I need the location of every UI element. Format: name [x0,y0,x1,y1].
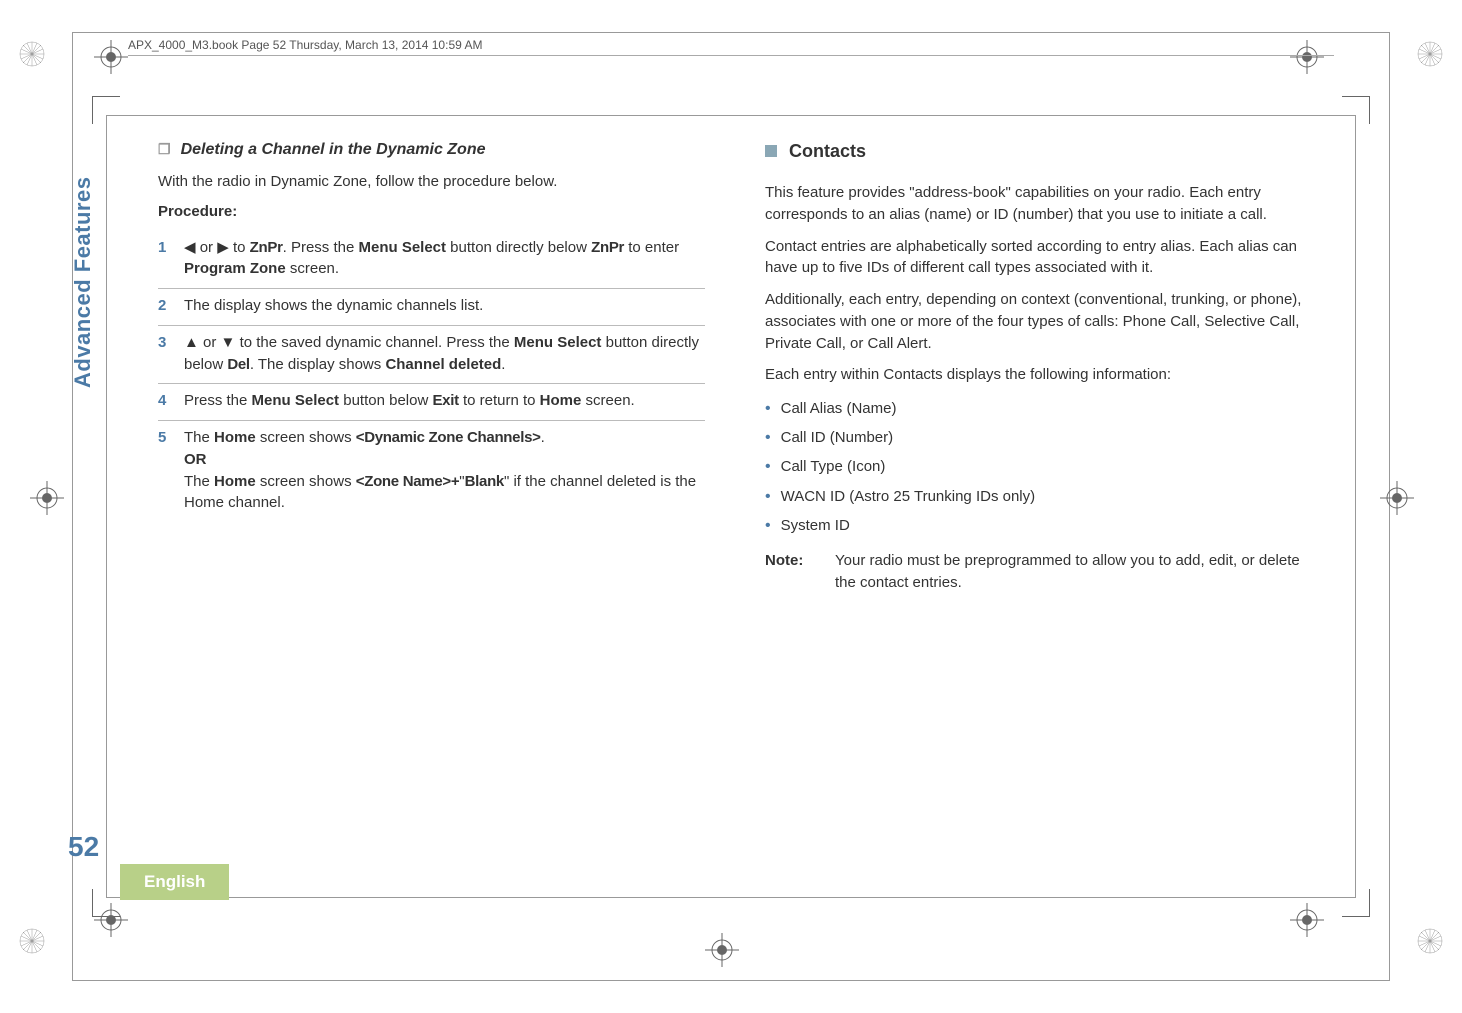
step-text: The [184,473,214,490]
procedure-step: 3 ▲ or ▼ to the saved dynamic channel. P… [158,326,705,385]
right-column: Contacts This feature provides "address-… [765,138,1312,863]
procedure-step: 1 ◀ or ▶ to ZnPr. Press the Menu Select … [158,231,705,290]
registration-mark [30,481,82,533]
registration-mark [1380,481,1432,533]
intro-text: With the radio in Dynamic Zone, follow t… [158,171,705,193]
step-text: screen shows [256,473,356,490]
starburst-icon [1416,927,1444,955]
step-number: 5 [158,427,184,514]
step-text: to return to [459,392,540,409]
step-text: or [203,334,216,351]
registration-mark [705,933,757,985]
page-header-text: APX_4000_M3.book Page 52 Thursday, March… [128,38,482,52]
step-text: screen shows [256,429,356,446]
section-text: Contacts [789,138,866,164]
step-text: Press the [184,392,252,409]
side-tab-label: Advanced Features [70,177,96,388]
crop-mark [1342,889,1370,917]
step-number: 1 [158,237,184,281]
procedure-step: 5 The Home screen shows <Dynamic Zone Ch… [158,421,705,522]
step-text: . The display shows [250,356,386,373]
step-text: button below [339,392,432,409]
paragraph: Each entry within Contacts displays the … [765,364,1312,386]
step-text: to enter [624,239,679,256]
paragraph: Additionally, each entry, depending on c… [765,289,1312,354]
ui-label: Channel deleted [385,356,501,373]
ui-label: Home [214,429,256,446]
language-tab: English [120,864,229,900]
down-arrow-icon: ▼ [221,334,236,351]
list-item: System ID [765,511,1312,540]
section-heading: Contacts [765,138,1312,164]
ui-label: Menu Select [514,334,602,351]
crop-mark [1342,96,1370,124]
or-label: OR [184,451,207,468]
page-number: 52 [68,831,99,863]
step-text: . [541,429,545,446]
procedure-label: Procedure: [158,201,705,223]
step-text: button directly below [446,239,591,256]
up-arrow-icon: ▲ [184,334,199,351]
ui-label: <Dynamic Zone Channels> [356,429,541,446]
ui-label: Del [227,356,249,373]
crop-mark [92,96,120,124]
step-text: or [200,239,213,256]
ui-label: Menu Select [252,392,340,409]
starburst-icon [18,927,46,955]
list-item: Call Alias (Name) [765,394,1312,423]
ui-label: ZnPr [250,239,283,256]
step-body: ◀ or ▶ to ZnPr. Press the Menu Select bu… [184,237,705,281]
list-item: Call Type (Icon) [765,452,1312,481]
left-column: ❐ Deleting a Channel in the Dynamic Zone… [158,138,705,863]
document-icon: ❐ [158,139,171,159]
step-text: to [229,239,250,256]
registration-mark [1290,40,1342,92]
ui-label: Blank [465,473,504,490]
note-label: Note: [765,550,835,594]
bullet-list: Call Alias (Name) Call ID (Number) Call … [765,394,1312,540]
step-text: screen. [286,260,339,277]
step-body: Press the Menu Select button below Exit … [184,390,705,412]
registration-mark [1290,903,1342,955]
paragraph: Contact entries are alphabetically sorte… [765,236,1312,280]
ui-label: Exit [432,392,458,409]
note-text: Your radio must be preprogrammed to allo… [835,550,1312,594]
step-body: ▲ or ▼ to the saved dynamic channel. Pre… [184,332,705,376]
ui-label: Home [214,473,256,490]
starburst-icon [1416,40,1444,68]
square-bullet-icon [765,145,777,157]
step-text: The [184,429,214,446]
step-number: 2 [158,295,184,317]
procedure-step: 4 Press the Menu Select button below Exi… [158,384,705,421]
step-text: screen. [581,392,634,409]
content-area: ❐ Deleting a Channel in the Dynamic Zone… [158,138,1312,863]
step-text: to the saved dynamic channel. Press the [235,334,514,351]
page-header-rule: APX_4000_M3.book Page 52 Thursday, March… [128,55,1334,56]
procedure-step: 2 The display shows the dynamic channels… [158,289,705,326]
registration-mark [94,903,146,955]
step-number: 4 [158,390,184,412]
right-arrow-icon: ▶ [217,239,229,256]
step-body: The display shows the dynamic channels l… [184,295,705,317]
ui-label: Program Zone [184,260,286,277]
note-block: Note: Your radio must be preprogrammed t… [765,550,1312,594]
subsection-text: Deleting a Channel in the Dynamic Zone [181,138,486,161]
ui-label: Home [540,392,582,409]
ui-label: ZnPr [591,239,624,256]
list-item: WACN ID (Astro 25 Trunking IDs only) [765,482,1312,511]
step-number: 3 [158,332,184,376]
step-text: . [501,356,505,373]
ui-label: <Zone Name>+ [356,473,460,490]
step-body: The Home screen shows <Dynamic Zone Chan… [184,427,705,514]
subsection-heading: ❐ Deleting a Channel in the Dynamic Zone [158,138,705,161]
left-arrow-icon: ◀ [184,239,196,256]
step-text: . Press the [283,239,359,256]
starburst-icon [18,40,46,68]
list-item: Call ID (Number) [765,423,1312,452]
paragraph: This feature provides "address-book" cap… [765,182,1312,226]
ui-label: Menu Select [358,239,446,256]
